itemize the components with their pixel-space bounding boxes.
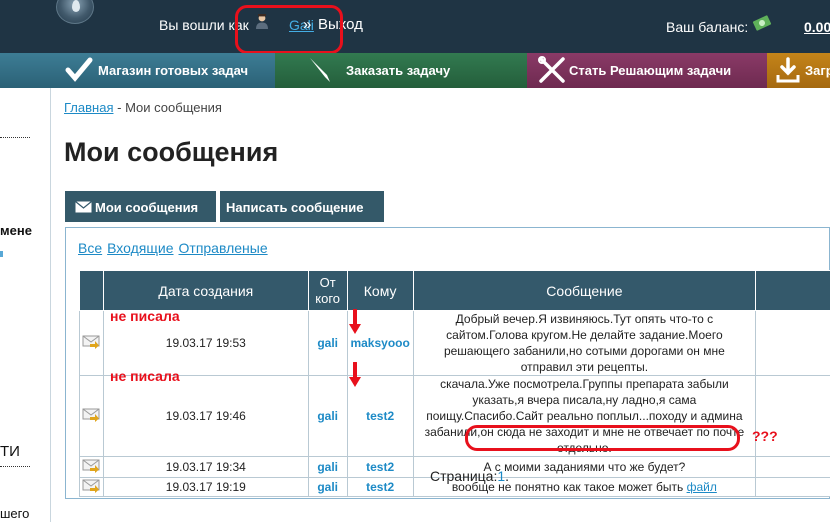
- annotation-not-written-1: не писала: [110, 308, 180, 324]
- breadcrumb-separator: -: [117, 100, 122, 115]
- pagination-dot: .: [505, 468, 510, 484]
- sidebar-text: шего: [0, 506, 30, 521]
- row-from-link[interactable]: gali: [307, 310, 348, 376]
- annotation-box-username: [235, 5, 343, 54]
- menu-item-upload[interactable]: Загр: [767, 53, 830, 88]
- row-date: 19.03.17 19:34: [102, 456, 309, 478]
- envelope-arrow-icon: [82, 479, 100, 493]
- sidebar-marker: [0, 251, 3, 257]
- row-date: 19.03.17 19:46: [102, 375, 309, 457]
- annotation-box-message: [465, 425, 740, 451]
- breadcrumb-home-link[interactable]: Главная: [64, 100, 113, 115]
- menu-item-shop[interactable]: Магазин готовых задач: [0, 53, 275, 88]
- page-root: Вы вошли как Gali » Выход Ваш баланс: 0.…: [0, 0, 830, 522]
- tab-label: Написать сообщение: [226, 200, 364, 215]
- download-icon: [776, 57, 800, 83]
- row-icon-cell: [79, 477, 104, 497]
- header-from[interactable]: От кого: [307, 270, 348, 311]
- envelope-arrow-icon: [82, 459, 100, 473]
- header-message: Сообщение: [412, 270, 757, 311]
- breadcrumb-current: Мои сообщения: [125, 100, 222, 115]
- left-sidebar: мене ТИ шего: [0, 88, 51, 522]
- row-date: 19.03.17 19:19: [102, 477, 309, 497]
- menu-item-label: Магазин готовых задач: [98, 63, 249, 78]
- filter-inbox-link[interactable]: Входящие: [107, 240, 173, 256]
- write-message-button[interactable]: Написать сообщение: [220, 191, 384, 222]
- header-to[interactable]: Кому: [346, 270, 414, 311]
- breadcrumb: Главная - Мои сообщения: [64, 100, 222, 115]
- main-menu: Магазин готовых задач Заказать задачу Ст…: [0, 53, 830, 88]
- top-bar: Вы вошли как Gali » Выход Ваш баланс: 0.…: [0, 0, 830, 54]
- row-from-link[interactable]: gali: [307, 477, 348, 497]
- row-icon-cell: [79, 456, 104, 478]
- checkmark-icon: [65, 57, 93, 82]
- table-row[interactable]: 19.03.17 19:53 gali maksyooo Добрый вече…: [79, 310, 830, 376]
- balance-value-link[interactable]: 0.00 RUB: [804, 19, 830, 35]
- messages-table: Дата создания От кого Кому Сообщение 19.…: [79, 270, 830, 497]
- menu-item-order[interactable]: Заказать задачу: [275, 53, 527, 88]
- envelope-icon: [75, 201, 92, 213]
- page-title: Мои сообщения: [64, 137, 279, 167]
- row-message[interactable]: Добрый вечер.Я извиняюсь.Тут опять что-т…: [412, 310, 757, 376]
- balance-label: Ваш баланс:: [666, 19, 749, 35]
- envelope-arrow-icon: [82, 408, 100, 422]
- row-extra: [755, 477, 830, 497]
- row-to-link[interactable]: test2: [346, 477, 414, 497]
- menu-item-label: Заказать задачу: [346, 63, 451, 78]
- annotation-arrow-icon: [349, 309, 361, 334]
- row-icon-cell: [79, 375, 104, 457]
- filter-all-link[interactable]: Все: [78, 240, 102, 256]
- sidebar-divider: [0, 137, 30, 138]
- row-extra: [755, 310, 830, 376]
- sidebar-text: мене: [0, 223, 32, 238]
- sidebar-heading: ТИ: [0, 443, 20, 460]
- header-date[interactable]: Дата создания: [102, 270, 309, 311]
- pen-icon: [310, 58, 330, 82]
- message-filters: Все Входящие Отправленые: [78, 240, 273, 256]
- site-logo-icon[interactable]: [56, 0, 94, 24]
- envelope-arrow-icon: [82, 335, 100, 349]
- pagination-label: Страница:: [430, 468, 498, 484]
- my-messages-button[interactable]: Мои сообщения: [65, 191, 216, 222]
- row-extra: [755, 375, 830, 457]
- row-from-link[interactable]: gali: [307, 456, 348, 478]
- sidebar-divider: [0, 466, 30, 467]
- menu-item-become-solver[interactable]: Стать Решающим задачи: [527, 53, 767, 88]
- annotation-question-marks: ???: [752, 428, 778, 444]
- pagination-page-link[interactable]: 1: [497, 468, 505, 484]
- row-from-link[interactable]: gali: [307, 375, 348, 457]
- row-to-link[interactable]: test2: [346, 456, 414, 478]
- table-header-row: Дата создания От кого Кому Сообщение: [79, 270, 830, 311]
- pagination: Страница:1.: [430, 468, 509, 484]
- tools-icon: [538, 56, 565, 83]
- menu-item-label: Загр: [805, 63, 830, 78]
- header-extra: [755, 270, 830, 311]
- annotation-arrow-icon: [349, 362, 361, 387]
- row-extra: [755, 456, 830, 478]
- row-icon-cell: [79, 310, 104, 376]
- menu-item-label: Стать Решающим задачи: [569, 63, 732, 78]
- header-icon-cell: [79, 270, 104, 311]
- filter-sent-link[interactable]: Отправленые: [179, 240, 268, 256]
- file-link[interactable]: файл: [687, 480, 717, 494]
- tab-label: Мои сообщения: [95, 200, 199, 215]
- annotation-not-written-2: не писала: [110, 368, 180, 384]
- money-icon: [752, 15, 772, 31]
